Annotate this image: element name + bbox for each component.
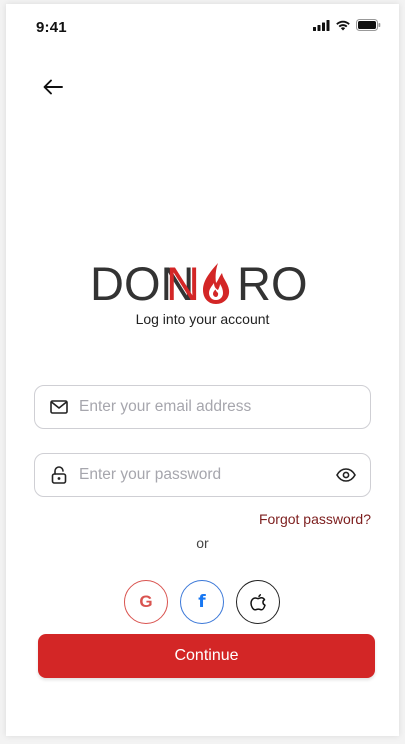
email-field[interactable] [34,385,371,429]
google-login-button[interactable]: G [124,580,168,624]
forgot-password-link[interactable]: Forgot password? [259,511,371,527]
login-subtitle: Log into your account [135,311,270,327]
donoro-logo: DON N RO [90,259,308,309]
flame-icon [203,263,230,304]
battery-icon [356,19,381,31]
arrow-left-icon [43,79,63,95]
lock-icon [49,465,69,485]
status-icons [313,19,381,31]
status-time: 9:41 [36,19,67,36]
phone-screen: 9:41 DON N RO Log into your account Ente… [6,4,399,736]
password-field[interactable] [34,453,371,497]
google-icon: G [139,592,153,611]
password-input[interactable] [79,466,336,484]
continue-button[interactable]: Continue [38,634,375,678]
mail-icon [49,397,69,417]
logo-text-right: RO [237,259,308,309]
logo-text-red: N [166,259,200,309]
email-input[interactable] [79,398,356,416]
or-divider-text: or [196,535,209,551]
social-login-group: G f [124,580,280,624]
facebook-login-button[interactable]: f [180,580,224,624]
signal-icon [313,19,330,31]
wifi-icon [336,20,350,30]
apple-login-button[interactable] [236,580,280,624]
facebook-icon: f [198,592,206,612]
back-button[interactable] [40,74,66,100]
eye-icon[interactable] [336,465,356,485]
apple-icon [250,594,266,611]
